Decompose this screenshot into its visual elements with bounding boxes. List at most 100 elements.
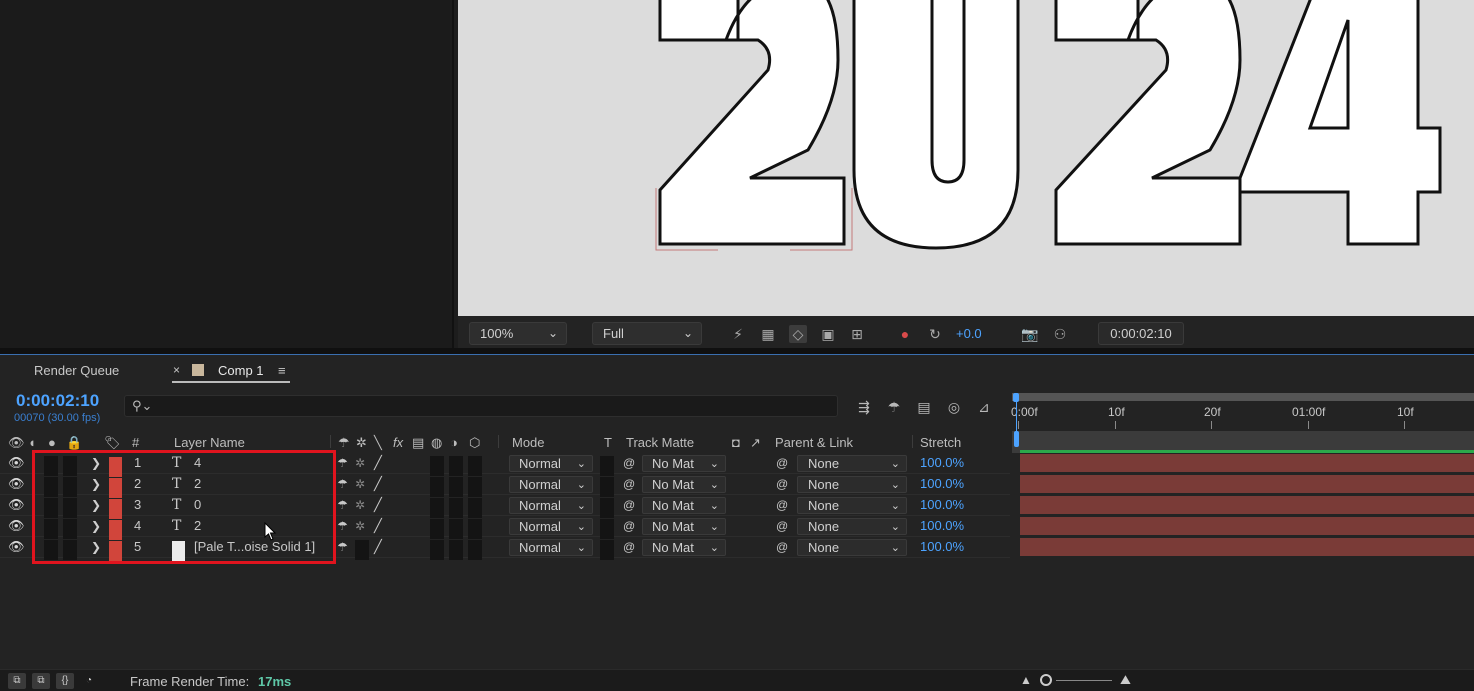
- frame-blending-icon[interactable]: ▤: [913, 399, 935, 417]
- stretch-value[interactable]: 100.0%: [920, 474, 964, 494]
- transfer-controls-icon[interactable]: ⧉: [32, 673, 50, 689]
- reset-exposure-icon[interactable]: ↻: [926, 325, 944, 343]
- quality-switch-icon[interactable]: ╱: [374, 453, 382, 473]
- parent-link-header[interactable]: Parent & Link: [775, 435, 853, 450]
- layer-duration-bar[interactable]: [1020, 517, 1474, 535]
- parent-pickwhip-icon[interactable]: @: [776, 474, 788, 494]
- composition-viewer[interactable]: [458, 0, 1474, 316]
- 3d-layer-switch[interactable]: [468, 540, 482, 560]
- mask-visibility-icon[interactable]: ◇: [789, 325, 807, 343]
- layer-name-header[interactable]: Layer Name: [174, 435, 245, 450]
- zoom-dropdown[interactable]: 100% ⌄: [469, 322, 567, 345]
- frame-blend-switch[interactable]: [430, 540, 444, 560]
- 3d-layer-switch[interactable]: [468, 498, 482, 518]
- preserve-transparency-toggle[interactable]: [600, 519, 614, 539]
- matte-pickwhip-icon[interactable]: @: [623, 516, 635, 536]
- 3d-layer-switch[interactable]: [468, 456, 482, 476]
- shy-switch-icon[interactable]: ☂: [337, 495, 348, 515]
- 3d-layer-switch[interactable]: [468, 477, 482, 497]
- preserve-transparency-toggle[interactable]: [600, 540, 614, 560]
- fast-preview-icon[interactable]: ⚡: [729, 325, 747, 343]
- quality-switch-icon[interactable]: ╱: [374, 516, 382, 536]
- close-tab-icon[interactable]: ×: [173, 363, 180, 377]
- collapse-switch-icon[interactable]: ✲: [355, 495, 365, 515]
- collapse-switch-icon[interactable]: ✲: [355, 453, 365, 473]
- matte-pickwhip-icon[interactable]: @: [623, 453, 635, 473]
- tab-comp-1[interactable]: Comp 1: [218, 363, 264, 378]
- visibility-eye-icon[interactable]: 👁: [8, 474, 25, 494]
- parent-pickwhip-icon[interactable]: @: [776, 516, 788, 536]
- mode-header[interactable]: Mode: [512, 435, 545, 450]
- blend-mode-dropdown[interactable]: Normal ⌄: [509, 518, 593, 535]
- track-matte-header[interactable]: Track Matte: [626, 435, 694, 450]
- viewer-timecode[interactable]: 0:00:02:10: [1098, 322, 1184, 345]
- frame-blend-switch[interactable]: [430, 519, 444, 539]
- current-time-marker[interactable]: [1014, 431, 1019, 447]
- stretch-value[interactable]: 100.0%: [920, 516, 964, 536]
- matte-pickwhip-icon[interactable]: @: [623, 474, 635, 494]
- layer-duration-bar[interactable]: [1020, 538, 1474, 556]
- track-matte-dropdown[interactable]: No Mat ⌄: [642, 539, 726, 556]
- frame-blend-switch[interactable]: [430, 477, 444, 497]
- motion-blur-switch[interactable]: [449, 519, 463, 539]
- track-matte-dropdown[interactable]: No Mat ⌄: [642, 497, 726, 514]
- stretch-value[interactable]: 100.0%: [920, 537, 964, 557]
- region-of-interest-icon[interactable]: ▣: [819, 325, 837, 343]
- work-area-bar[interactable]: [1012, 393, 1474, 401]
- transparency-grid-icon[interactable]: ▦: [759, 325, 777, 343]
- shy-switch-icon[interactable]: ☂: [337, 474, 348, 494]
- track-matte-dropdown[interactable]: No Mat ⌄: [642, 518, 726, 535]
- collapse-switch[interactable]: [355, 540, 369, 560]
- current-time-display[interactable]: 0:00:02:10: [16, 391, 99, 411]
- blend-mode-dropdown[interactable]: Normal ⌄: [509, 476, 593, 493]
- parent-dropdown[interactable]: None ⌄: [797, 455, 907, 472]
- stretch-header[interactable]: Stretch: [920, 435, 961, 450]
- motion-blur-icon[interactable]: ◎: [943, 399, 965, 417]
- motion-blur-switch[interactable]: [449, 498, 463, 518]
- layer-search-input[interactable]: ⚲⌄: [124, 395, 838, 417]
- zoom-slider-handle[interactable]: [1040, 674, 1052, 686]
- quality-switch-icon[interactable]: ╱: [374, 495, 382, 515]
- quality-switch-icon[interactable]: ╱: [374, 537, 382, 557]
- layer-duration-bar[interactable]: [1020, 454, 1474, 472]
- frame-blend-switch[interactable]: [430, 456, 444, 476]
- blend-mode-dropdown[interactable]: Normal ⌄: [509, 539, 593, 556]
- stretch-value[interactable]: 100.0%: [920, 495, 964, 515]
- layer-duration-bar[interactable]: [1020, 496, 1474, 514]
- zoom-slider-track[interactable]: [1056, 680, 1112, 681]
- quality-switch-icon[interactable]: ╱: [374, 474, 382, 494]
- parent-pickwhip-icon[interactable]: @: [776, 453, 788, 473]
- visibility-eye-icon[interactable]: 👁: [8, 537, 25, 557]
- parent-dropdown[interactable]: None ⌄: [797, 476, 907, 493]
- tab-render-queue[interactable]: Render Queue: [34, 363, 119, 378]
- collapse-switch-icon[interactable]: ✲: [355, 516, 365, 536]
- shy-switch-icon[interactable]: ☂: [337, 516, 348, 536]
- parent-pickwhip-icon[interactable]: @: [776, 537, 788, 557]
- visibility-eye-icon[interactable]: 👁: [8, 453, 25, 473]
- motion-blur-switch[interactable]: [449, 477, 463, 497]
- preserve-transparency-toggle[interactable]: [600, 477, 614, 497]
- layer-switches-icon[interactable]: ⧉: [8, 673, 26, 689]
- zoom-in-icon[interactable]: ⛰: [1120, 672, 1131, 688]
- graph-editor-icon[interactable]: ⊿: [973, 399, 995, 417]
- preserve-transparency-toggle[interactable]: [600, 456, 614, 476]
- shy-layers-icon[interactable]: ☂: [883, 399, 905, 417]
- 3d-layer-switch[interactable]: [468, 519, 482, 539]
- grid-guides-icon[interactable]: ⊞: [848, 325, 866, 343]
- visibility-eye-icon[interactable]: 👁: [8, 516, 25, 536]
- frame-blend-switch[interactable]: [430, 498, 444, 518]
- exposure-value[interactable]: +0.0: [956, 326, 982, 341]
- channels-icon[interactable]: ●: [896, 325, 914, 343]
- shy-switch-icon[interactable]: ☂: [337, 453, 348, 473]
- preserve-transparency-toggle[interactable]: [600, 498, 614, 518]
- resolution-dropdown[interactable]: Full ⌄: [592, 322, 702, 345]
- blend-mode-dropdown[interactable]: Normal ⌄: [509, 497, 593, 514]
- track-matte-dropdown[interactable]: No Mat ⌄: [642, 476, 726, 493]
- stretch-value[interactable]: 100.0%: [920, 453, 964, 473]
- parent-dropdown[interactable]: None ⌄: [797, 539, 907, 556]
- motion-blur-switch[interactable]: [449, 456, 463, 476]
- composition-flowchart-icon[interactable]: ⇶: [853, 399, 875, 417]
- zoom-out-icon[interactable]: ▲: [1020, 673, 1032, 687]
- panel-menu-icon[interactable]: ≡: [278, 363, 286, 378]
- snapshot-icon[interactable]: 📷: [1021, 325, 1039, 343]
